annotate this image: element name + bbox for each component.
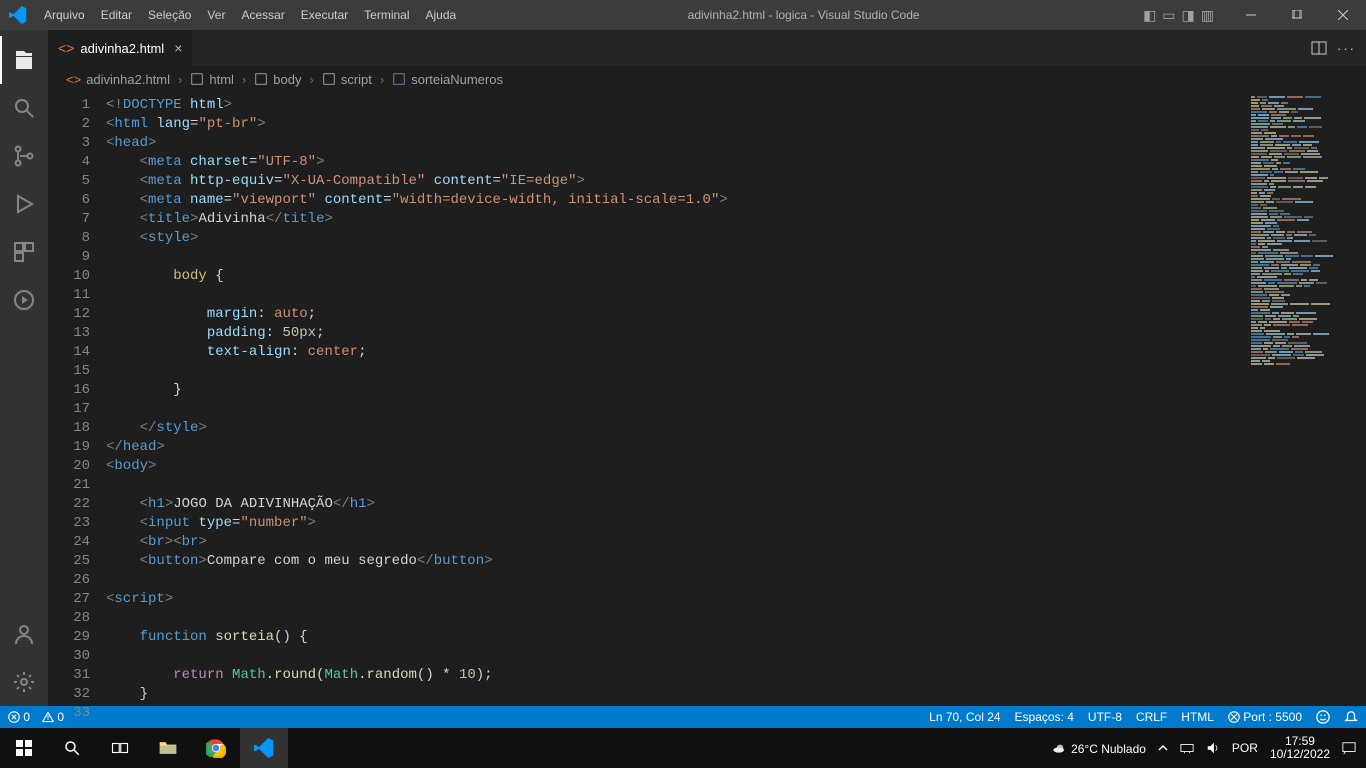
activity-bar <box>0 30 48 706</box>
taskbar-taskview-icon[interactable] <box>96 728 144 768</box>
activity-run-debug[interactable] <box>0 180 48 228</box>
layout-icon[interactable]: ▭ <box>1162 7 1175 24</box>
breadcrumb-seg[interactable]: body <box>254 72 301 87</box>
weather-widget[interactable]: 26°C Nublado <box>1052 740 1146 756</box>
menu-bar: Arquivo Editar Seleção Ver Acessar Execu… <box>36 0 464 30</box>
title-bar: Arquivo Editar Seleção Ver Acessar Execu… <box>0 0 1366 30</box>
tab-actions: ··· <box>1301 30 1366 66</box>
status-spaces[interactable]: Espaços: 4 <box>1015 710 1074 724</box>
status-bar: 0 0 Ln 70, Col 24 Espaços: 4 UTF-8 CRLF … <box>0 706 1366 728</box>
chevron-right-icon: › <box>380 72 384 87</box>
activity-extensions[interactable] <box>0 228 48 276</box>
tab-adivinha2[interactable]: <> adivinha2.html × <box>48 30 193 66</box>
status-errors[interactable]: 0 <box>8 710 30 724</box>
vscode-logo-icon <box>0 6 36 24</box>
layout-icon[interactable]: ▥ <box>1201 7 1214 24</box>
activity-settings[interactable] <box>0 658 48 706</box>
breadcrumb-seg[interactable]: script <box>322 72 372 87</box>
status-ln-col[interactable]: Ln 70, Col 24 <box>929 710 1000 724</box>
status-feedback-icon[interactable] <box>1316 710 1330 724</box>
layout-icon[interactable]: ◨ <box>1182 7 1195 24</box>
split-editor-icon[interactable] <box>1311 40 1327 56</box>
taskbar-search-icon[interactable] <box>48 728 96 768</box>
minimize-button[interactable] <box>1228 0 1274 30</box>
editor-tabs: <> adivinha2.html × ··· <box>48 30 1366 66</box>
code-content[interactable]: <!DOCTYPE html><html lang="pt-br"><head>… <box>106 92 1246 706</box>
window-title: adivinha2.html - logica - Visual Studio … <box>464 8 1143 22</box>
taskbar-vscode-icon[interactable] <box>240 728 288 768</box>
tray-action-center-icon[interactable] <box>1342 741 1356 755</box>
activity-source-control[interactable] <box>0 132 48 180</box>
activity-search[interactable] <box>0 84 48 132</box>
main: <> adivinha2.html × ··· <> adivinha2.htm… <box>0 30 1366 706</box>
menu-arquivo[interactable]: Arquivo <box>36 0 93 30</box>
tray-clock[interactable]: 17:59 10/12/2022 <box>1270 735 1330 761</box>
chevron-right-icon: › <box>178 72 182 87</box>
system-tray[interactable]: 26°C Nublado POR 17:59 10/12/2022 <box>1042 735 1366 761</box>
minimap[interactable] <box>1246 92 1366 706</box>
more-actions-icon[interactable]: ··· <box>1337 41 1356 56</box>
layout-icon[interactable]: ◧ <box>1143 7 1156 24</box>
start-button[interactable] <box>0 728 48 768</box>
windows-taskbar: 26°C Nublado POR 17:59 10/12/2022 <box>0 728 1366 768</box>
editor-area[interactable]: 1234567891011121314151617181920212223242… <box>48 92 1366 706</box>
menu-ver[interactable]: Ver <box>199 0 233 30</box>
activity-explorer[interactable] <box>0 36 48 84</box>
editor-group: <> adivinha2.html × ··· <> adivinha2.htm… <box>48 30 1366 706</box>
taskbar-chrome-icon[interactable] <box>192 728 240 768</box>
breadcrumb-seg[interactable]: html <box>190 72 234 87</box>
line-number-gutter: 1234567891011121314151617181920212223242… <box>48 92 106 706</box>
menu-selecao[interactable]: Seleção <box>140 0 199 30</box>
taskbar-file-explorer-icon[interactable] <box>144 728 192 768</box>
status-eol[interactable]: CRLF <box>1136 710 1167 724</box>
editor-layout-controls[interactable]: ◧ ▭ ◨ ▥ <box>1143 7 1214 24</box>
window-controls <box>1228 0 1366 30</box>
breadcrumb[interactable]: <> adivinha2.html › html › body › script… <box>48 66 1366 92</box>
html-file-icon: <> <box>58 40 74 56</box>
menu-acessar[interactable]: Acessar <box>233 0 292 30</box>
status-notifications-icon[interactable] <box>1344 710 1358 724</box>
activity-accounts[interactable] <box>0 610 48 658</box>
status-encoding[interactable]: UTF-8 <box>1088 710 1122 724</box>
tab-close-icon[interactable]: × <box>174 40 182 56</box>
status-live-server[interactable]: Port : 5500 <box>1228 710 1302 724</box>
close-button[interactable] <box>1320 0 1366 30</box>
menu-editar[interactable]: Editar <box>93 0 140 30</box>
menu-executar[interactable]: Executar <box>293 0 356 30</box>
tray-language[interactable]: POR <box>1232 741 1258 755</box>
tab-label: adivinha2.html <box>80 41 164 56</box>
menu-ajuda[interactable]: Ajuda <box>418 0 465 30</box>
menu-terminal[interactable]: Terminal <box>356 0 417 30</box>
status-language[interactable]: HTML <box>1181 710 1214 724</box>
breadcrumb-seg[interactable]: <> adivinha2.html <box>66 72 170 87</box>
tray-network-icon[interactable] <box>1180 741 1194 755</box>
maximize-button[interactable] <box>1274 0 1320 30</box>
breadcrumb-seg[interactable]: sorteiaNumeros <box>392 72 503 87</box>
activity-live-server[interactable] <box>0 276 48 324</box>
chevron-right-icon: › <box>242 72 246 87</box>
tray-volume-icon[interactable] <box>1206 741 1220 755</box>
tray-chevron-up-icon[interactable] <box>1158 743 1168 753</box>
chevron-right-icon: › <box>309 72 313 87</box>
